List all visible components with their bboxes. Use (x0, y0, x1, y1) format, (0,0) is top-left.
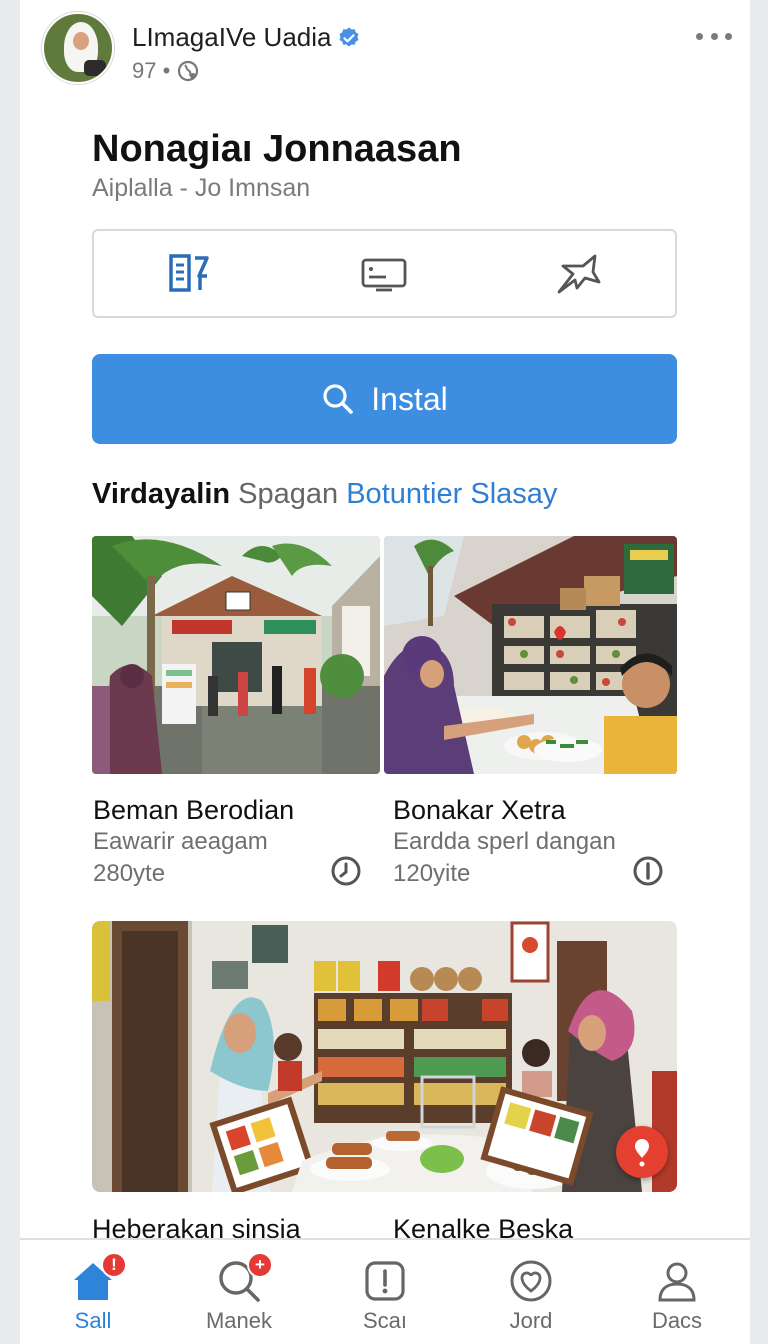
section-heading-bold: Virdayalin (92, 478, 231, 510)
tab-search[interactable]: + Manek (179, 1240, 299, 1344)
timer-icon[interactable] (330, 855, 362, 887)
tab-home[interactable]: ! Sall (33, 1240, 153, 1344)
page-title: Nonagiaı Jonnaasan (92, 128, 462, 170)
action-row (92, 229, 677, 318)
tab-alerts[interactable]: Scaı (325, 1240, 445, 1344)
tab-label: Manek (205, 1308, 273, 1333)
more-dots-icon[interactable] (696, 24, 732, 48)
post-card: LImagaIVe Uadia 97 • Nonagiaı Jonnaasan … (20, 0, 750, 1344)
product-photo-shop-interior[interactable] (92, 921, 677, 1192)
screen-card-icon[interactable] (354, 244, 414, 304)
item-price: 280yte (93, 860, 166, 887)
notification-badge: ! (101, 1252, 127, 1278)
avatar-face (73, 32, 89, 50)
page-name-text[interactable]: LImagaIVe Uadia (132, 22, 331, 53)
item-title[interactable]: Beman Berodian (93, 795, 294, 826)
tab-label: Dacs (651, 1308, 703, 1333)
notification-badge: + (247, 1252, 273, 1278)
item-subtitle: Eardda sperl dangan (393, 828, 616, 855)
post-meta: 97 • (132, 58, 200, 84)
product-photo-snack-stall[interactable] (384, 536, 677, 774)
product-photo-village-store[interactable] (92, 536, 380, 774)
alert-square-icon (365, 1261, 405, 1301)
bottom-tab-bar: ! Sall + Manek Scaı Jord Dacs (20, 1238, 750, 1344)
dot (710, 32, 718, 40)
page-subtitle: Aiplalla - Jo Imnsan (92, 174, 311, 202)
item-price: 120yite (393, 860, 471, 887)
dot (696, 32, 703, 40)
post-meta-text: 97 • (132, 58, 171, 83)
item-title[interactable]: Bonakar Xetra (393, 795, 566, 826)
verified-badge-icon (339, 27, 359, 46)
heart-circle-icon (510, 1260, 552, 1302)
document-edit-icon[interactable] (161, 244, 221, 304)
install-button-label: Instal (371, 380, 448, 417)
exclamation-icon[interactable] (616, 1126, 668, 1178)
tab-label: Sall (74, 1308, 112, 1333)
page-name[interactable]: LImagaIVe Uadia (132, 22, 361, 53)
tab-profile[interactable]: Dacs (617, 1240, 737, 1344)
item-subtitle: Eawarir aeagam (93, 828, 268, 855)
tab-favorites[interactable]: Jord (471, 1240, 591, 1344)
section-heading-gray: Spagan (238, 478, 339, 510)
section-heading: Virdayalin Spagan Botuntier Slasay (92, 478, 557, 511)
camera-shape (84, 60, 106, 76)
install-button[interactable]: Instal (92, 354, 677, 444)
dot (725, 32, 732, 40)
search-icon (323, 384, 354, 414)
avatar[interactable] (42, 12, 114, 84)
tab-label: Scaı (362, 1308, 408, 1333)
globe-icon (178, 60, 199, 82)
share-plane-icon[interactable] (548, 244, 608, 304)
section-heading-link[interactable]: Botuntier Slasay (346, 478, 557, 510)
person-icon (658, 1262, 696, 1302)
tab-label: Jord (509, 1308, 553, 1333)
info-icon[interactable] (632, 855, 664, 887)
